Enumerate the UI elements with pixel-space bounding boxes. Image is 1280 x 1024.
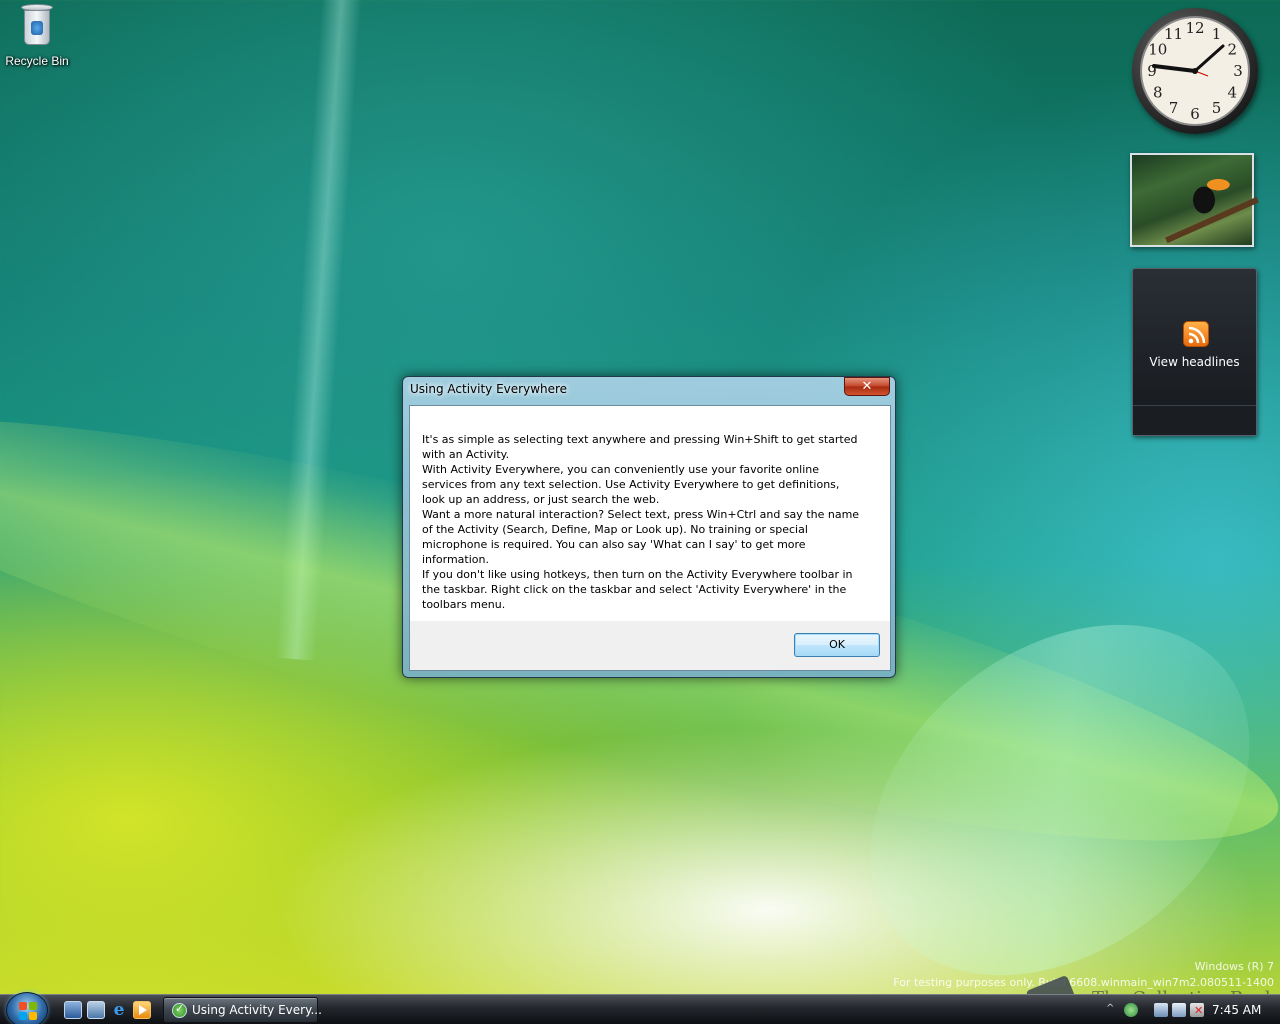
switch-windows-icon[interactable] bbox=[87, 1001, 105, 1019]
clock-numeral: 12 bbox=[1185, 19, 1204, 37]
dialog-button-area: OK bbox=[410, 621, 890, 670]
clock-numeral: 7 bbox=[1169, 99, 1179, 117]
photo-branch bbox=[1165, 196, 1259, 244]
clock-gadget[interactable]: 12 1 2 3 4 5 6 7 8 9 10 11 bbox=[1132, 8, 1258, 134]
clock-numeral: 3 bbox=[1233, 62, 1243, 80]
tray-clock[interactable]: 7:45 AM bbox=[1212, 1003, 1261, 1017]
wallpaper-streak bbox=[275, 0, 365, 661]
desktop-icon-recycle-bin[interactable]: Recycle Bin bbox=[4, 2, 70, 68]
message-paragraph: With Activity Everywhere, you can conven… bbox=[422, 463, 840, 506]
volume-muted-icon[interactable] bbox=[1190, 1003, 1204, 1017]
clock-numeral: 4 bbox=[1227, 84, 1237, 102]
build-watermark-title: Windows (R) 7 bbox=[1194, 960, 1274, 973]
clock-numeral: 6 bbox=[1190, 105, 1200, 123]
activity-check-icon bbox=[172, 1002, 187, 1018]
network-icon[interactable] bbox=[1154, 1003, 1168, 1017]
clock-numeral: 8 bbox=[1153, 84, 1163, 102]
taskbar: e Using Activity Every... ^ 7:45 AM bbox=[0, 992, 1280, 1024]
rss-icon bbox=[1183, 321, 1209, 347]
desktop-icon-label: Recycle Bin bbox=[5, 54, 69, 68]
dialog-client: It's as simple as selecting text anywher… bbox=[409, 405, 891, 671]
windows-logo-icon bbox=[19, 1002, 37, 1020]
tray-chevron-icon[interactable]: ^ bbox=[1106, 1003, 1114, 1014]
dialog-title: Using Activity Everywhere bbox=[410, 382, 568, 396]
clock-numeral: 11 bbox=[1164, 25, 1183, 43]
clock-numeral: 5 bbox=[1212, 99, 1222, 117]
start-button[interactable] bbox=[6, 992, 48, 1024]
activity-dialog: Using Activity Everywhere ✕ It's as simp… bbox=[402, 376, 896, 678]
system-tray: ^ 7:45 AM bbox=[1100, 995, 1280, 1024]
media-player-icon[interactable] bbox=[133, 1001, 151, 1019]
dialog-message: It's as simple as selecting text anywher… bbox=[422, 432, 862, 612]
ok-button[interactable]: OK bbox=[794, 633, 880, 657]
message-paragraph: If you don't like using hotkeys, then tu… bbox=[422, 568, 853, 611]
analog-clock-icon: 12 1234567891011 bbox=[1140, 16, 1250, 126]
message-paragraph: Want a more natural interaction? Select … bbox=[422, 508, 860, 566]
clock-numeral: 1 bbox=[1212, 25, 1222, 43]
close-icon: ✕ bbox=[861, 379, 873, 394]
tray-app-icon[interactable] bbox=[1124, 1003, 1138, 1017]
slideshow-gadget[interactable] bbox=[1130, 153, 1259, 247]
feed-headlines-gadget[interactable]: View headlines bbox=[1132, 268, 1257, 436]
recycle-bin-icon bbox=[20, 2, 54, 46]
message-paragraph: It's as simple as selecting text anywher… bbox=[422, 433, 858, 461]
view-headlines-link[interactable]: View headlines bbox=[1133, 355, 1256, 369]
close-button[interactable]: ✕ bbox=[844, 377, 890, 396]
internet-explorer-icon[interactable]: e bbox=[110, 1001, 128, 1019]
show-desktop-icon[interactable] bbox=[64, 1001, 82, 1019]
clock-numeral: 2 bbox=[1227, 41, 1237, 59]
clock-numeral: 10 bbox=[1148, 41, 1167, 59]
taskbar-button-label: Using Activity Every... bbox=[192, 1003, 322, 1017]
taskbar-button-activity[interactable]: Using Activity Every... bbox=[163, 997, 322, 1023]
feed-footer bbox=[1133, 405, 1256, 435]
display-icon[interactable] bbox=[1172, 1003, 1186, 1017]
